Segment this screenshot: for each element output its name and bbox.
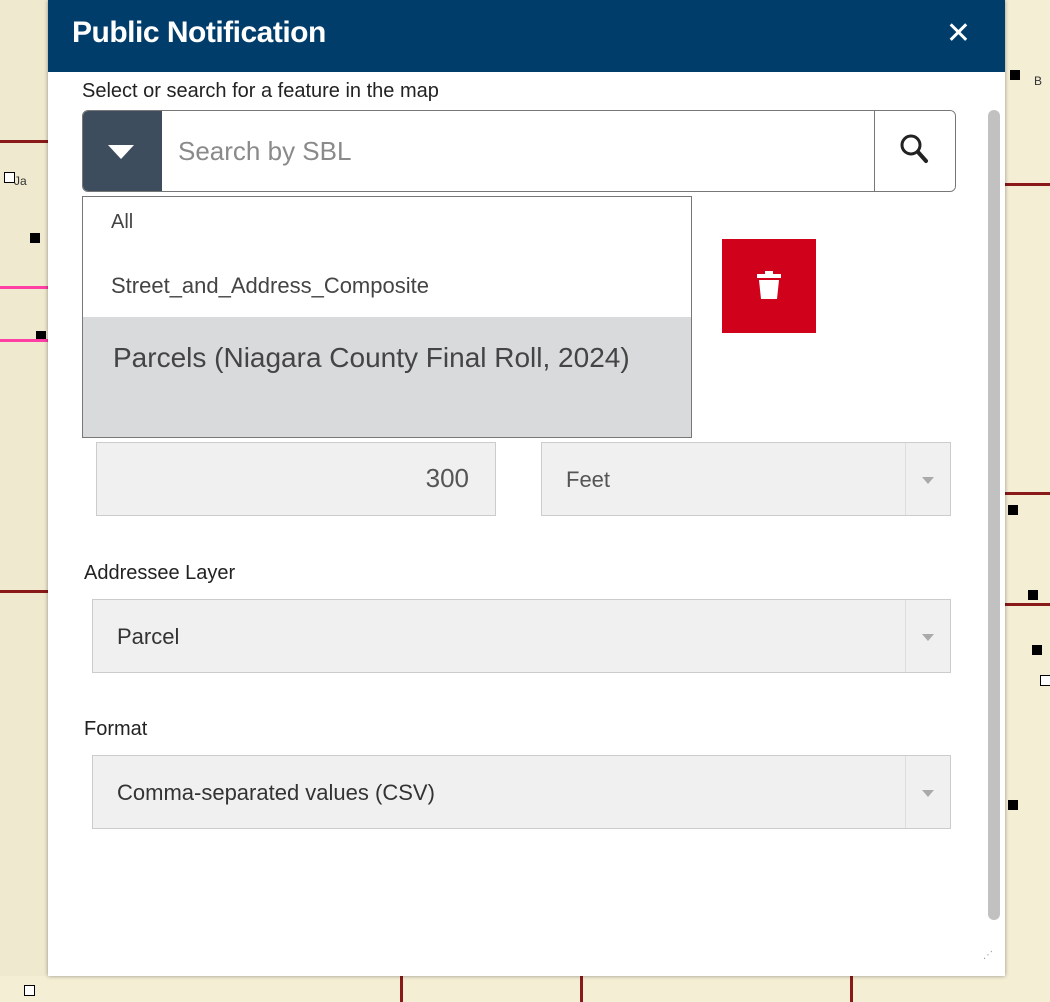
map-marker[interactable] xyxy=(1008,800,1018,810)
map-label: Ja xyxy=(14,174,27,188)
panel-scrollbar[interactable] xyxy=(988,110,1000,920)
search-input[interactable] xyxy=(162,111,874,191)
map-marker[interactable] xyxy=(1028,590,1038,600)
format-select[interactable]: Comma-separated values (CSV) xyxy=(92,755,951,829)
chevron-down-icon xyxy=(922,634,934,641)
map-road xyxy=(1005,603,1050,606)
search-prompt-label: Select or search for a feature in the ma… xyxy=(82,80,439,102)
map-marker[interactable] xyxy=(1010,70,1020,80)
dropdown-option-label: Parcels (Niagara County Final Roll, 2024… xyxy=(113,342,630,373)
search-source-dropdown: All Street_and_Address_Composite Parcels… xyxy=(82,196,692,438)
search-button[interactable] xyxy=(874,111,955,191)
map-right-area xyxy=(1005,0,1050,1002)
map-left-area xyxy=(0,0,48,1002)
map-bottom-area xyxy=(0,976,1050,1002)
map-marker[interactable] xyxy=(1032,645,1042,655)
map-marker[interactable] xyxy=(30,233,40,243)
map-marker[interactable] xyxy=(1008,505,1018,515)
select-arrow xyxy=(905,756,950,828)
search-source-toggle[interactable] xyxy=(83,111,162,191)
format-label: Format xyxy=(84,718,148,740)
addressee-layer-select[interactable]: Parcel xyxy=(92,599,951,673)
map-road xyxy=(0,590,48,593)
addressee-layer-value: Parcel xyxy=(117,624,180,649)
buffer-distance-input[interactable]: 300 xyxy=(96,442,496,516)
delete-button[interactable] xyxy=(722,239,816,333)
map-road xyxy=(1005,492,1050,495)
trash-icon xyxy=(757,271,781,299)
search-bar xyxy=(82,110,956,192)
map-marker[interactable] xyxy=(1040,675,1050,686)
dropdown-option-all[interactable]: All xyxy=(111,211,133,234)
addressee-layer-label: Addressee Layer xyxy=(84,562,236,584)
dropdown-option-parcels[interactable]: Parcels (Niagara County Final Roll, 2024… xyxy=(83,317,691,437)
dropdown-option-street-address[interactable]: Street_and_Address_Composite xyxy=(111,273,429,299)
buffer-unit-value: Feet xyxy=(566,467,611,492)
buffer-unit-select[interactable]: Feet xyxy=(541,442,951,516)
close-button[interactable]: ✕ xyxy=(946,16,971,51)
map-road xyxy=(400,976,403,1002)
map-marker[interactable] xyxy=(24,985,35,996)
select-arrow xyxy=(905,600,950,672)
map-road xyxy=(580,976,583,1002)
public-notification-panel: Public Notification ✕ Select or search f… xyxy=(48,0,1005,976)
format-value: Comma-separated values (CSV) xyxy=(117,780,435,805)
chevron-down-icon xyxy=(922,477,934,484)
panel-title: Public Notification xyxy=(72,16,326,49)
map-road xyxy=(1005,183,1050,186)
map-label: B xyxy=(1034,74,1043,88)
select-arrow xyxy=(905,443,950,515)
map-road xyxy=(850,976,853,1002)
map-road xyxy=(0,140,48,143)
resize-handle-icon[interactable]: ⋰ xyxy=(983,950,999,966)
panel-header: Public Notification ✕ xyxy=(48,0,1005,72)
chevron-down-icon xyxy=(922,790,934,797)
caret-down-icon xyxy=(108,145,134,159)
magnifier-icon xyxy=(900,134,928,163)
